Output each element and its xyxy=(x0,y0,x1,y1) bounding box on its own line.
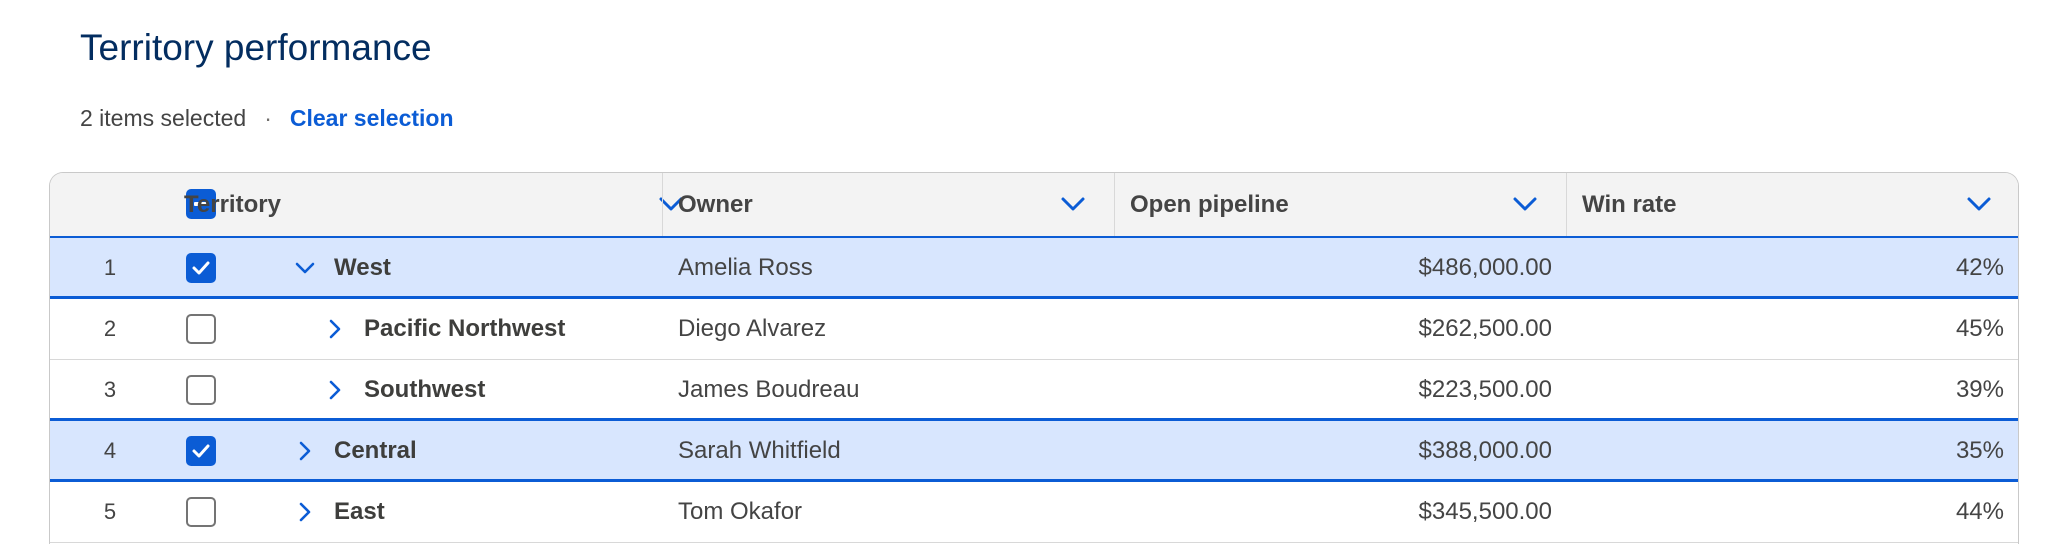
pipeline-cell: $388,000.00 xyxy=(1418,437,1552,464)
win-rate-cell: 45% xyxy=(1955,315,2004,342)
win-rate-cell: 44% xyxy=(1955,498,2004,525)
owner-cell: Diego Alvarez xyxy=(678,315,827,342)
pipeline-cell: $345,500.00 xyxy=(1418,498,1552,525)
territory-name: Pacific Northwest xyxy=(364,315,566,342)
table-row[interactable]: 2 Pacific Northwest Diego Alvarez $262,5… xyxy=(50,299,2018,359)
territory-cell: Pacific Northwest xyxy=(324,299,565,359)
column-label-territory: Territory xyxy=(184,190,281,218)
page: Territory performance 2 items selected ·… xyxy=(0,0,2068,544)
table-header: Territory Owner Open pipeline Win rate xyxy=(50,173,2018,238)
chevron-down-icon[interactable] xyxy=(1060,193,1086,215)
row-number: 3 xyxy=(103,377,117,402)
chevron-down-icon[interactable] xyxy=(294,257,316,279)
row-number: 5 xyxy=(103,499,117,524)
column-label-owner: Owner xyxy=(678,190,753,218)
territory-name: West xyxy=(334,254,391,281)
selection-separator: · xyxy=(264,104,272,131)
page-title: Territory performance xyxy=(80,27,432,68)
territory-name: East xyxy=(334,498,385,525)
chevron-down-icon[interactable] xyxy=(1966,193,1992,215)
pipeline-cell: $486,000.00 xyxy=(1418,254,1552,281)
territory-cell: Southwest xyxy=(324,360,485,420)
win-rate-cell: 35% xyxy=(1955,437,2004,464)
territory-cell: West xyxy=(294,238,391,298)
owner-cell: Amelia Ross xyxy=(678,254,813,281)
chevron-right-icon[interactable] xyxy=(324,318,346,340)
row-divider xyxy=(50,542,2018,543)
column-header-open-pipeline[interactable]: Open pipeline xyxy=(1114,173,1566,236)
chevron-right-icon[interactable] xyxy=(324,379,346,401)
table-row[interactable]: 4 Central Sarah Whitfield $388,000.00 35… xyxy=(50,421,2018,481)
check-icon xyxy=(192,261,210,275)
chevron-right-icon[interactable] xyxy=(294,501,316,523)
row-number: 4 xyxy=(103,438,117,463)
check-icon xyxy=(192,444,210,458)
column-label-win-rate: Win rate xyxy=(1582,190,1677,218)
pipeline-cell: $223,500.00 xyxy=(1418,376,1552,403)
win-rate-cell: 42% xyxy=(1955,254,2004,281)
territory-name: Southwest xyxy=(364,376,486,403)
row-checkbox[interactable] xyxy=(186,436,216,466)
owner-cell: Sarah Whitfield xyxy=(678,437,841,464)
row-number: 1 xyxy=(103,255,117,280)
territory-cell: East xyxy=(294,482,385,542)
table-row[interactable]: 3 Southwest James Boudreau $223,500.00 3… xyxy=(50,360,2018,420)
row-checkbox[interactable] xyxy=(186,497,216,527)
column-header-win-rate[interactable]: Win rate xyxy=(1566,173,2018,236)
table-row[interactable]: 5 East Tom Okafor $345,500.00 44% xyxy=(50,482,2018,542)
selection-count: 2 items selected xyxy=(80,104,247,131)
row-checkbox[interactable] xyxy=(186,253,216,283)
column-header-territory[interactable]: Territory xyxy=(168,173,712,236)
win-rate-cell: 39% xyxy=(1955,376,2004,403)
column-label-open-pipeline: Open pipeline xyxy=(1130,190,1289,218)
owner-cell: James Boudreau xyxy=(678,376,860,403)
row-checkbox[interactable] xyxy=(186,314,216,344)
owner-cell: Tom Okafor xyxy=(678,498,803,525)
pipeline-cell: $262,500.00 xyxy=(1418,315,1552,342)
table-row[interactable]: 1 West Amelia Ross $486,000.00 42% xyxy=(50,238,2018,298)
column-header-owner[interactable]: Owner xyxy=(662,173,1114,236)
chevron-down-icon[interactable] xyxy=(1512,193,1538,215)
chevron-right-icon[interactable] xyxy=(294,440,316,462)
selection-bar: 2 items selected · Clear selection xyxy=(80,102,454,134)
row-checkbox[interactable] xyxy=(186,375,216,405)
territory-table: Territory Owner Open pipeline Win rate 1… xyxy=(49,172,2019,544)
clear-selection-link[interactable]: Clear selection xyxy=(290,105,454,132)
territory-name: Central xyxy=(334,437,417,464)
row-number: 2 xyxy=(103,316,117,341)
territory-cell: Central xyxy=(294,421,417,481)
